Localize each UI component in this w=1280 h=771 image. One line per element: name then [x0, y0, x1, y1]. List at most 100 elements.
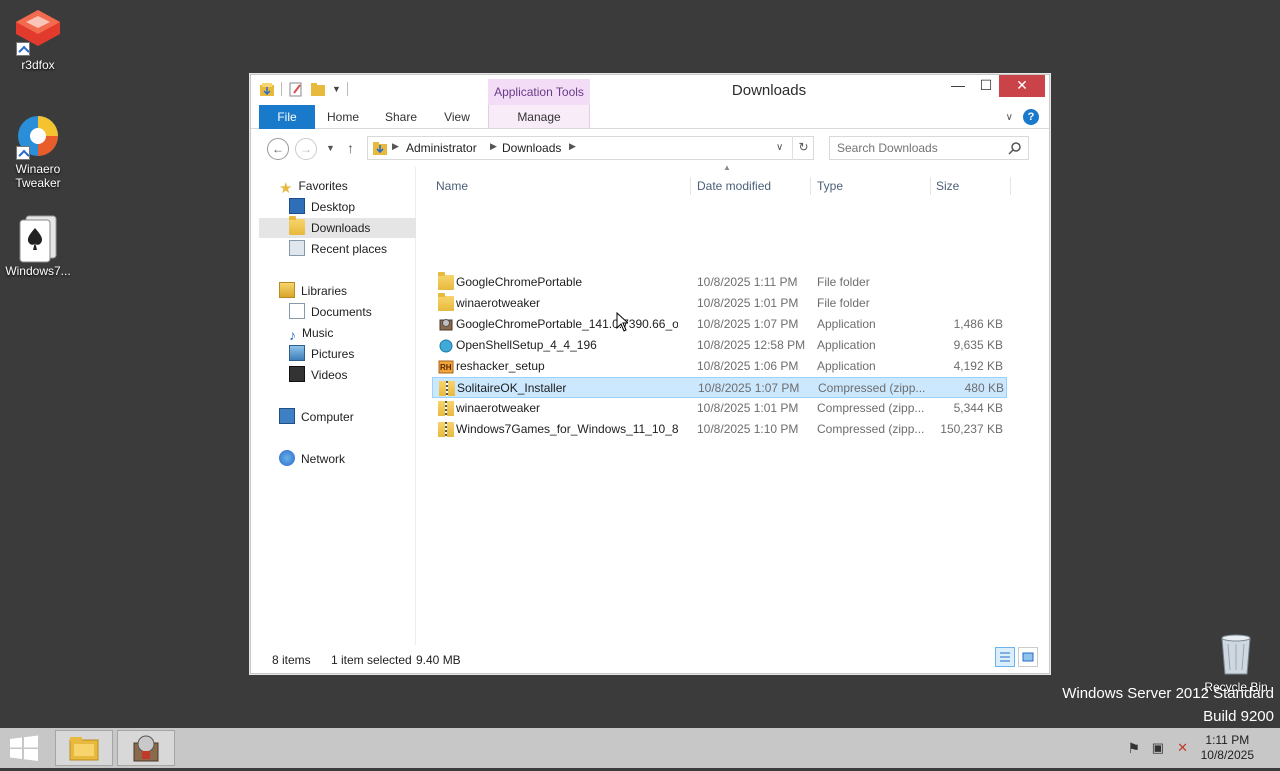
nav-favorites[interactable]: ★ Favorites: [279, 176, 348, 197]
large-icons-view-button[interactable]: [1018, 647, 1038, 667]
file-row[interactable]: RH reshacker_setup 10/8/2025 1:06 PM App…: [432, 356, 1007, 377]
file-row[interactable]: OpenShellSetup_4_4_196 10/8/2025 12:58 P…: [432, 335, 1007, 356]
taskbar-file-explorer[interactable]: [55, 730, 113, 766]
file-size: 480 KB: [964, 381, 1004, 395]
tab-home[interactable]: Home: [321, 105, 365, 129]
file-type: File folder: [817, 296, 870, 310]
nav-computer[interactable]: Computer: [279, 407, 354, 427]
nav-music[interactable]: ♪ Music: [289, 323, 333, 343]
refresh-button[interactable]: ↻: [792, 136, 814, 160]
ribbon-right-controls: ∨ ?: [1006, 109, 1039, 125]
file-type: Compressed (zipp...: [818, 381, 926, 395]
window-title: Downloads: [731, 82, 807, 99]
properties-icon[interactable]: [288, 81, 304, 97]
recent-locations-chevron-icon[interactable]: ▼: [326, 143, 335, 153]
selection-size: 9.40 MB: [416, 653, 461, 667]
taskbar-installer-app[interactable]: [117, 730, 175, 766]
column-header-type[interactable]: Type: [817, 175, 843, 197]
computer-icon: [279, 408, 295, 424]
file-type: Compressed (zipp...: [817, 401, 925, 415]
file-row[interactable]: GoogleChromePortable 10/8/2025 1:11 PM F…: [432, 272, 1007, 293]
file-date: 10/8/2025 1:07 PM: [698, 381, 800, 395]
expand-ribbon-icon[interactable]: ∨: [1006, 112, 1013, 123]
solitaire-cards-icon: [14, 214, 62, 263]
desktop-icon-label: r3dfox: [21, 58, 55, 72]
quick-access-toolbar: ▼: [259, 81, 348, 97]
reshacker-icon: RH: [438, 360, 454, 374]
file-size: 9,635 KB: [953, 338, 1003, 352]
tab-file[interactable]: File: [259, 105, 315, 129]
address-dropdown-icon[interactable]: ∨: [776, 142, 783, 153]
file-row-selected[interactable]: SolitaireOK_Installer 10/8/2025 1:07 PM …: [432, 377, 1007, 398]
maximize-button[interactable]: ☐: [971, 75, 1001, 97]
pictures-icon: [289, 345, 305, 361]
folder-properties-icon[interactable]: [259, 81, 275, 97]
documents-icon: [289, 303, 305, 319]
file-name: reshacker_setup: [456, 359, 545, 373]
file-type: Application: [817, 338, 876, 352]
column-header-size[interactable]: Size: [936, 175, 959, 197]
network-icon: [279, 450, 295, 466]
file-size: 1,486 KB: [953, 317, 1003, 331]
nav-downloads[interactable]: Downloads: [259, 216, 416, 238]
large-icons-view-icon: [1022, 652, 1034, 662]
windows-logo-icon: [10, 735, 38, 761]
minimize-button[interactable]: —: [943, 75, 973, 97]
nav-desktop[interactable]: Desktop: [289, 197, 355, 217]
volume-muted-icon[interactable]: ✕: [1177, 740, 1188, 756]
file-explorer-icon: [69, 737, 99, 761]
taskbar: ⚑ ▣ ✕ 1:11 PM 10/8/2025: [0, 728, 1280, 768]
file-row[interactable]: GoogleChromePortable_141.0.7390.66_o... …: [432, 314, 1007, 335]
file-size: 150,237 KB: [940, 422, 1003, 436]
application-tools-tab: Application Tools: [488, 79, 590, 105]
breadcrumb-administrator[interactable]: Administrator: [406, 141, 477, 155]
tab-share[interactable]: Share: [379, 105, 423, 129]
status-bar: 8 items 1 item selected 9.40 MB: [251, 645, 1049, 673]
breadcrumb-downloads[interactable]: Downloads: [502, 141, 561, 155]
file-name: winaerotweaker: [456, 401, 541, 415]
item-count: 8 items: [272, 653, 311, 667]
network-tray-icon[interactable]: ▣: [1152, 740, 1164, 756]
shell-icon: [439, 339, 453, 353]
nav-videos[interactable]: Videos: [289, 365, 347, 385]
address-bar[interactable]: ▶ Administrator ▶ Downloads ▶ ∨: [367, 136, 814, 160]
nav-libraries[interactable]: Libraries: [279, 281, 347, 301]
navigation-pane: ★ Favorites Desktop Downloads Recent plac…: [259, 167, 416, 645]
videos-icon: [289, 366, 305, 382]
nav-pictures[interactable]: Pictures: [289, 344, 354, 364]
column-header-name[interactable]: Name: [436, 175, 468, 197]
file-row[interactable]: Windows7Games_for_Windows_11_10_8 10/8/2…: [432, 419, 1007, 440]
action-center-flag-icon[interactable]: ⚑: [1127, 740, 1140, 757]
installer-icon: [439, 319, 453, 331]
file-size: 4,192 KB: [953, 359, 1003, 373]
selection-count: 1 item selected: [331, 653, 412, 667]
back-button[interactable]: ←: [267, 138, 289, 160]
forward-button[interactable]: →: [295, 138, 317, 160]
nav-network[interactable]: Network: [279, 449, 345, 469]
file-row[interactable]: winaerotweaker 10/8/2025 1:01 PM File fo…: [432, 293, 1007, 314]
nav-recent-places[interactable]: Recent places: [289, 239, 387, 259]
recycle-bin-icon: [1212, 630, 1260, 678]
file-date: 10/8/2025 1:06 PM: [697, 359, 799, 373]
search-input[interactable]: [830, 137, 1000, 159]
nav-documents[interactable]: Documents: [289, 302, 372, 322]
chevron-down-icon[interactable]: ▼: [332, 84, 341, 94]
tab-manage[interactable]: Manage: [488, 105, 590, 129]
close-button[interactable]: ✕: [999, 75, 1045, 97]
tab-view[interactable]: View: [435, 105, 479, 129]
new-folder-icon[interactable]: [310, 81, 326, 97]
desktop-icon-windows7-games[interactable]: Windows7...: [0, 214, 76, 278]
up-arrow-icon[interactable]: ↑: [347, 140, 354, 156]
search-box[interactable]: [829, 136, 1029, 160]
desktop-icon-r3dfox[interactable]: r3dfox: [0, 8, 76, 72]
libraries-icon: [279, 282, 295, 298]
column-header-date[interactable]: Date modified: [697, 175, 771, 197]
help-button[interactable]: ?: [1023, 109, 1039, 125]
clock[interactable]: 1:11 PM 10/8/2025: [1201, 733, 1254, 763]
desktop-icon-winaero-tweaker[interactable]: Winaero Tweaker: [0, 112, 76, 190]
search-icon: [1008, 142, 1021, 155]
file-date: 10/8/2025 1:01 PM: [697, 401, 799, 415]
file-row[interactable]: winaerotweaker 10/8/2025 1:01 PM Compres…: [432, 398, 1007, 419]
details-view-button[interactable]: [995, 647, 1015, 667]
start-button[interactable]: [0, 728, 48, 768]
